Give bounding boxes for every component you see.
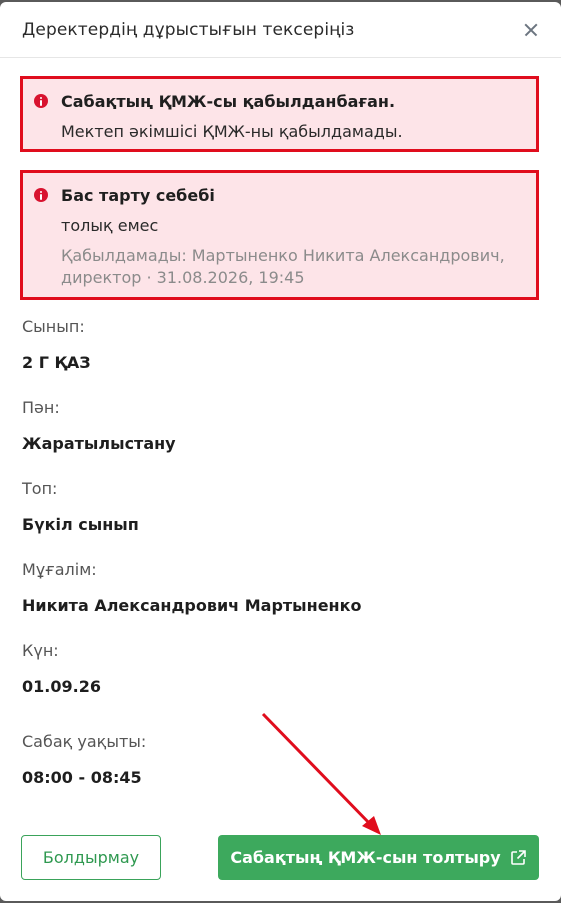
close-icon[interactable]: [521, 20, 541, 40]
field-value: Жаратылыстану: [22, 434, 176, 453]
rejection-meta-line: директор · 31.08.2026, 19:45: [61, 268, 305, 287]
info-icon: [34, 188, 48, 202]
field-label: Сынып:: [22, 317, 85, 336]
modal-header: Деректердің дұрыстығын тексеріңіз: [0, 2, 561, 58]
field-value: Никита Александрович Мартыненко: [22, 596, 362, 615]
info-icon: [34, 94, 48, 108]
field-label: Күн:: [22, 641, 59, 660]
field-class: Сынып: 2 Г ҚАЗ: [22, 317, 91, 372]
fill-lesson-plan-button[interactable]: Сабақтың ҚМЖ-сын толтыру: [218, 835, 539, 880]
modal-title: Деректердің дұрыстығын тексеріңіз: [22, 19, 355, 40]
alert-title: Сабақтың ҚМЖ-сы қабылданбаған.: [61, 92, 396, 111]
field-lesson-time: Сабақ уақыты: 08:00 - 08:45: [22, 732, 146, 787]
rejection-meta-line: Қабылдамады: Мартыненко Никита Александр…: [61, 246, 505, 265]
field-subject: Пән: Жаратылыстану: [22, 398, 176, 453]
field-label: Топ:: [22, 479, 58, 498]
field-label: Сабақ уақыты:: [22, 732, 147, 751]
field-value: Бүкіл сынып: [22, 515, 139, 534]
field-date: Күн: 01.09.26: [22, 641, 101, 696]
alert-title: Бас тарту себебі: [61, 186, 215, 205]
rejection-reason-text: толық емес: [61, 216, 159, 235]
field-group: Топ: Бүкіл сынып: [22, 479, 139, 534]
field-label: Пән:: [22, 398, 60, 417]
field-value: 2 Г ҚАЗ: [22, 353, 91, 372]
field-value: 08:00 - 08:45: [22, 768, 142, 787]
cancel-button[interactable]: Болдырмау: [21, 835, 161, 880]
rejection-reason-alert: Бас тарту себебі толық емес Қабылдамады:…: [20, 170, 539, 300]
not-accepted-alert: Сабақтың ҚМЖ-сы қабылданбаған. Мектеп әк…: [20, 76, 539, 152]
field-label: Мұғалім:: [22, 560, 97, 579]
check-data-modal: Деректердің дұрыстығын тексеріңіз Сабақт…: [0, 2, 561, 901]
alert-text: Мектеп әкімшісі ҚМЖ-ны қабылдамады.: [61, 122, 403, 141]
field-value: 01.09.26: [22, 677, 101, 696]
field-teacher: Мұғалім: Никита Александрович Мартыненко: [22, 560, 361, 615]
rejection-meta: Қабылдамады: Мартыненко Никита Александр…: [61, 245, 522, 289]
fill-lesson-plan-label: Сабақтың ҚМЖ-сын толтыру: [230, 848, 501, 867]
external-link-icon: [510, 849, 526, 865]
